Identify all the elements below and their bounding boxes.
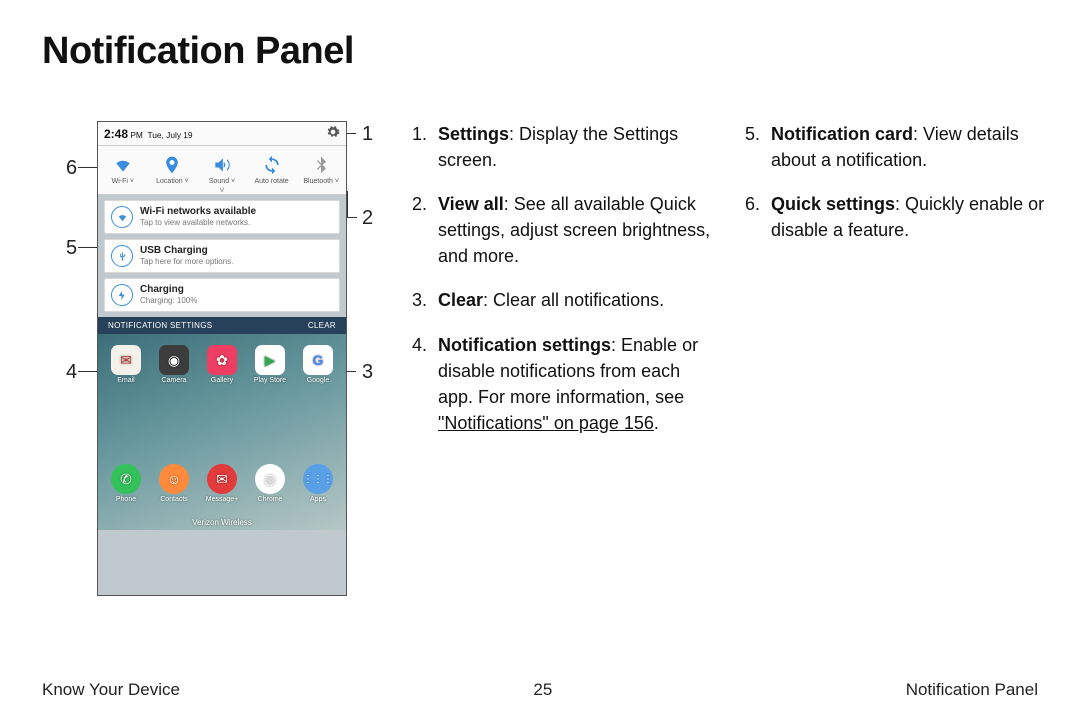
phone-mock: 2:48 PM Tue, July 19 Wi-Fi ˅ Location ˅ … (97, 121, 347, 596)
gear-icon[interactable] (326, 125, 340, 142)
app-message[interactable]: ✉Message+ (200, 462, 244, 503)
app-phone[interactable]: ✆Phone (104, 462, 148, 503)
app-contacts[interactable]: ☺Contacts (152, 462, 196, 503)
app-chrome[interactable]: ◍Chrome (248, 462, 292, 503)
carrier-label: Verizon Wireless (98, 518, 346, 527)
app-playstore[interactable]: ▶Play Store (248, 343, 292, 384)
qs-sound[interactable]: Sound ˅ (200, 152, 244, 185)
phone-annotated-figure: 1 2 3 4 5 6 2:48 PM Tue, July 19 Wi (42, 121, 372, 454)
app-google[interactable]: GGoogle (296, 343, 340, 384)
app-email[interactable]: ✉Email (104, 343, 148, 384)
clear-button[interactable]: CLEAR (308, 321, 336, 330)
bolt-icon (111, 284, 133, 306)
callout-6: 6 (66, 157, 77, 180)
legend-column-2: 5.Notification card: View details about … (745, 121, 1046, 454)
callout-5: 5 (66, 237, 77, 260)
notif-card-wifi[interactable]: Wi-Fi networks availableTap to view avai… (104, 200, 340, 234)
page-title: Notification Panel (0, 0, 1080, 73)
legend-column-1: 1.Settings: Display the Settings screen.… (412, 121, 713, 454)
qs-wifi[interactable]: Wi-Fi ˅ (101, 152, 145, 185)
app-apps[interactable]: ⋮⋮⋮Apps (296, 462, 340, 503)
quick-settings-row: Wi-Fi ˅ Location ˅ Sound ˅ Auto rotate B… (98, 146, 346, 187)
notification-settings-button[interactable]: NOTIFICATION SETTINGS (108, 321, 212, 330)
leader-line (347, 191, 348, 217)
qs-bluetooth[interactable]: Bluetooth ˅ (299, 152, 343, 185)
expand-chevron[interactable]: ˅ (98, 187, 346, 195)
callout-3: 3 (362, 361, 373, 384)
footer-left: Know Your Device (42, 680, 180, 700)
callout-4: 4 (66, 361, 77, 384)
home-screen: ✉Email ◉Camera ✿Gallery ▶Play Store GGoo… (98, 334, 346, 530)
status-time: 2:48 PM Tue, July 19 (104, 127, 193, 141)
callout-2: 2 (362, 207, 373, 230)
notif-card-usb[interactable]: USB ChargingTap here for more options. (104, 239, 340, 273)
app-gallery[interactable]: ✿Gallery (200, 343, 244, 384)
footer-right: Notification Panel (906, 680, 1038, 700)
callout-1: 1 (362, 123, 373, 146)
qs-location[interactable]: Location ˅ (150, 152, 194, 185)
leader-line (347, 217, 357, 218)
qs-rotate[interactable]: Auto rotate (250, 152, 294, 185)
footer-page: 25 (533, 680, 552, 700)
wifi-icon (111, 206, 133, 228)
usb-icon (111, 245, 133, 267)
xref-notifications[interactable]: "Notifications" on page 156 (438, 413, 654, 433)
app-camera[interactable]: ◉Camera (152, 343, 196, 384)
notif-card-charging[interactable]: ChargingCharging: 100% (104, 278, 340, 312)
